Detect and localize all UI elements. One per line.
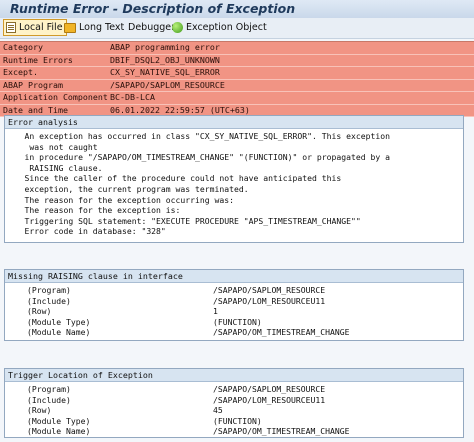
trigger-location-section: Trigger Location of Exception (Program) /…	[4, 368, 464, 438]
detail-value: /SAPAPO/LOM_RESOURCEU11	[213, 295, 326, 306]
detail-key: (Module Name)	[27, 327, 91, 338]
analysis-line: in procedure "/SAPAPO/OM_TIMESTREAM_CHAN…	[5, 152, 390, 163]
window-title: Runtime Error - Description of Exception	[10, 1, 296, 16]
detail-key: (Module Type)	[27, 415, 91, 426]
error-analysis-section: Error analysis An exception has occurred…	[4, 115, 464, 243]
detail-row: (Row) 1	[5, 306, 463, 317]
detail-value: (FUNCTION)	[213, 415, 262, 426]
detail-value: /SAPAPO/SAPLOM_RESOURCE	[213, 285, 326, 295]
missing-raising-section: Missing RAISING clause in interface (Pro…	[4, 269, 464, 341]
detail-row: (Program) /SAPAPO/SAPLOM_RESOURCE	[5, 384, 463, 395]
header-row: Category ABAP programming error	[0, 42, 474, 55]
header-value: /SAPAPO/SAPLOM_RESOURCE	[110, 79, 225, 90]
header-row: ABAP Program/SAPAPO/SAPLOM_RESOURCE	[0, 79, 474, 92]
debugger-button[interactable]: Debugger	[128, 19, 175, 36]
detail-row: (Module Name) /SAPAPO/OM_TIMESTREAM_CHANG…	[5, 327, 463, 338]
analysis-line: An exception has occurred in class "CX_S…	[5, 131, 390, 141]
analysis-line: RAISING clause.	[5, 162, 103, 173]
detail-value: /SAPAPO/LOM_RESOURCEU11	[213, 394, 326, 405]
header-value: BC-DB-LCA	[110, 92, 155, 102]
analysis-line: was not caught	[5, 141, 98, 152]
detail-key: (Include)	[27, 394, 71, 405]
header-row: Application Component BC-DB-LCA	[0, 92, 474, 105]
debugger-label: Debugger	[128, 22, 176, 33]
detail-row: (Include) /SAPAPO/LOM_RESOURCEU11	[5, 395, 463, 406]
analysis-line: Triggering SQL statement: "EXECUTE PROCE…	[5, 215, 361, 226]
header-key: Application Component	[3, 92, 108, 102]
analysis-line: exception, the current program was termi…	[5, 183, 249, 194]
local-file-label: Local File	[19, 22, 63, 33]
header-row: Except. CX_SY_NATIVE_SQL_ERROR	[0, 67, 474, 80]
long-text-label: Long Text	[79, 22, 125, 33]
detail-key: (Program)	[27, 384, 71, 394]
header-row: Runtime Errors DBIF_DSQL2_OBJ_UNKNOWN	[0, 54, 474, 67]
error-header-table: Category ABAP programming error Runtime E…	[0, 41, 474, 117]
section-title: Missing RAISING clause in interface	[5, 270, 463, 283]
detail-value: 45	[213, 405, 223, 416]
detail-key: (Program)	[27, 285, 71, 295]
title-bar: Runtime Error - Description of Exception	[0, 0, 474, 19]
header-key: ABAP Program	[3, 79, 63, 90]
exception-object-button[interactable]: Exception Object	[172, 19, 267, 36]
header-key: Category	[3, 42, 43, 52]
analysis-line: Since the caller of the procedure could …	[5, 173, 342, 184]
detail-value: /SAPAPO/OM_TIMESTREAM_CHANGE	[213, 327, 350, 338]
detail-row: (Module Type) (FUNCTION)	[5, 317, 463, 328]
header-key: Except.	[3, 67, 38, 77]
long-text-icon	[64, 22, 76, 33]
exception-object-label: Exception Object	[186, 22, 267, 33]
detail-value: /SAPAPO/OM_TIMESTREAM_CHANGE	[213, 426, 350, 437]
long-text-button[interactable]: Long Text	[64, 19, 124, 36]
toolbar: Local File Long Text Debugger Exception …	[0, 18, 474, 39]
header-value: CX_SY_NATIVE_SQL_ERROR	[110, 67, 220, 77]
detail-key: (Module Name)	[27, 426, 91, 437]
detail-value: (FUNCTION)	[213, 316, 262, 327]
detail-key: (Include)	[27, 295, 71, 306]
section-title: Error analysis	[5, 116, 463, 129]
detail-key: (Module Type)	[27, 316, 91, 327]
local-file-button[interactable]: Local File	[3, 19, 67, 36]
exception-object-icon	[172, 22, 183, 33]
detail-row: (Row) 45	[5, 405, 463, 416]
detail-key: (Row)	[27, 306, 52, 317]
header-value: ABAP programming error	[110, 42, 220, 52]
analysis-line: The reason for the exception occurring w…	[5, 194, 235, 205]
header-value: DBIF_DSQL2_OBJ_UNKNOWN	[110, 54, 220, 65]
detail-row: (Program) /SAPAPO/SAPLOM_RESOURCE	[5, 285, 463, 296]
detail-row: (Module Type) (FUNCTION)	[5, 416, 463, 427]
detail-key: (Row)	[27, 405, 52, 416]
analysis-line: The reason for the exception is:	[5, 205, 181, 216]
header-key: Runtime Errors	[3, 54, 73, 65]
file-icon	[6, 22, 16, 33]
detail-value: 1	[213, 306, 218, 317]
detail-row: (Module Name) /SAPAPO/OM_TIMESTREAM_CHANG…	[5, 426, 463, 437]
detail-row: (Include) /SAPAPO/LOM_RESOURCEU11	[5, 296, 463, 307]
section-title: Trigger Location of Exception	[5, 369, 463, 382]
analysis-line: Error code in database: "328"	[5, 226, 166, 237]
detail-value: /SAPAPO/SAPLOM_RESOURCE	[213, 384, 326, 394]
